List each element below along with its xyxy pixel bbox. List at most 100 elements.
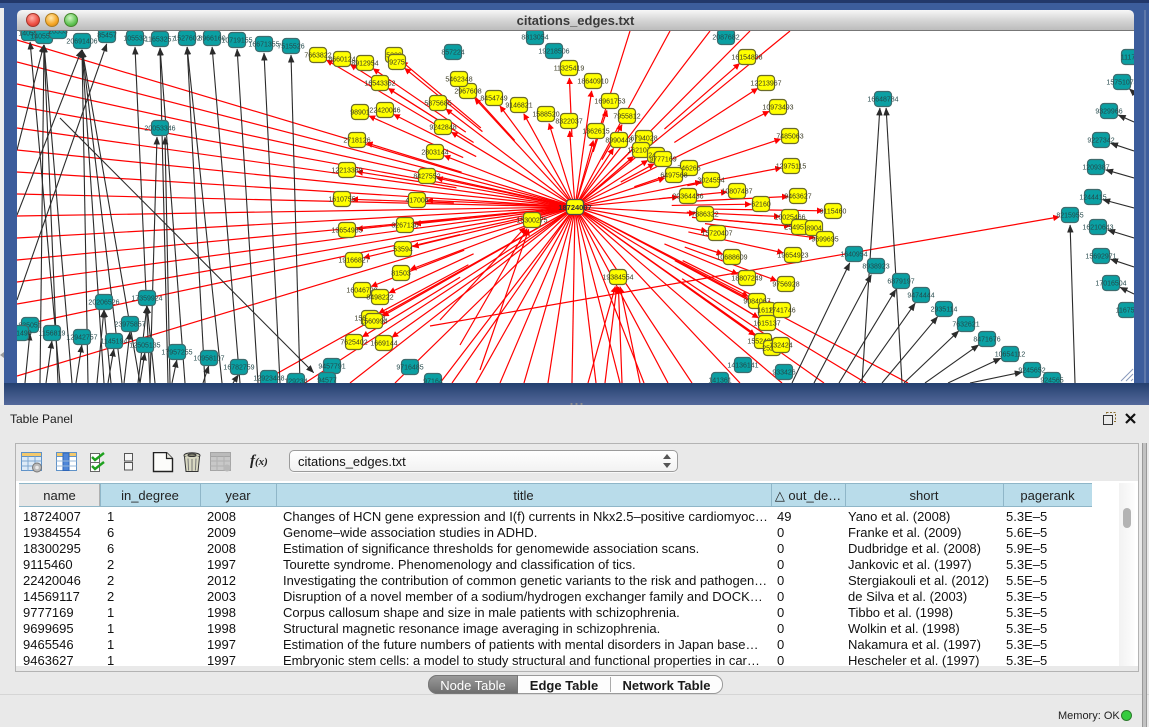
svg-text:1615137: 1615137: [753, 321, 780, 328]
svg-text:98901: 98901: [350, 110, 370, 117]
svg-text:9242848: 9242848: [429, 125, 456, 132]
svg-text:8498222: 8498222: [366, 295, 393, 302]
svg-text:16210643: 16210643: [1082, 225, 1113, 232]
svg-text:8471676: 8471676: [973, 337, 1000, 344]
svg-text:2935114: 2935114: [931, 307, 958, 314]
svg-text:7515526: 7515526: [277, 44, 304, 51]
svg-text:7485063: 7485063: [776, 134, 803, 141]
svg-text:16154838: 16154838: [731, 55, 762, 62]
svg-text:141361: 141361: [708, 378, 731, 384]
svg-text:6879197: 6879197: [887, 279, 914, 286]
svg-text:20053346: 20053346: [144, 126, 175, 133]
svg-text:1156819: 1156819: [39, 331, 66, 338]
svg-text:18724007: 18724007: [558, 203, 591, 212]
svg-text:12975115: 12975115: [776, 164, 807, 171]
svg-text:1362615: 1362615: [582, 129, 609, 136]
svg-text:1669144: 1669144: [370, 341, 397, 348]
svg-text:6794028: 6794028: [630, 136, 657, 143]
svg-text:1209387: 1209387: [1082, 165, 1109, 172]
svg-text:12505135: 12505135: [129, 343, 160, 350]
svg-text:8990448: 8990448: [605, 138, 632, 145]
svg-text:933426: 933426: [772, 370, 795, 377]
svg-text:16782759: 16782759: [223, 365, 254, 372]
svg-text:9146821: 9146821: [505, 103, 532, 110]
svg-text:5875685: 5875685: [424, 101, 451, 108]
svg-text:11653257: 11653257: [145, 37, 176, 44]
svg-text:97164: 97164: [423, 379, 443, 384]
svg-text:132424: 132424: [769, 343, 792, 350]
svg-text:10958107: 10958107: [193, 356, 224, 363]
svg-text:15692971: 15692971: [1085, 254, 1116, 261]
svg-text:15751074: 15751074: [1106, 80, 1134, 87]
svg-text:1588520: 1588520: [532, 112, 559, 119]
svg-text:9275: 9275: [389, 60, 405, 67]
svg-text:2967608: 2967608: [454, 89, 481, 96]
svg-text:18807249: 18807249: [731, 276, 762, 283]
svg-text:11172: 11172: [1121, 55, 1134, 62]
svg-text:3024554: 3024554: [697, 178, 724, 185]
svg-text:9716485: 9716485: [396, 365, 423, 372]
svg-text:10654112: 10654112: [995, 352, 1026, 359]
svg-text:1244415: 1244415: [1079, 195, 1106, 202]
svg-text:16961753: 16961753: [594, 99, 625, 106]
svg-text:62160: 62160: [751, 202, 771, 209]
svg-text:116753: 116753: [1116, 308, 1134, 315]
svg-text:19654923: 19654923: [777, 253, 808, 260]
svg-text:7632621: 7632621: [952, 322, 979, 329]
svg-text:1610755: 1610755: [328, 197, 355, 204]
svg-text:8454749: 8454749: [480, 96, 507, 103]
svg-text:391490: 391490: [17, 331, 32, 338]
svg-text:9245652: 9245652: [1018, 368, 1045, 375]
svg-text:8322037: 8322037: [555, 119, 582, 126]
svg-text:9474444: 9474444: [907, 293, 934, 300]
svg-text:12942757: 12942757: [66, 335, 97, 342]
svg-text:17359924: 17359924: [131, 296, 162, 303]
svg-text:8938923: 8938923: [862, 264, 889, 271]
svg-text:1145194: 1145194: [101, 339, 128, 346]
svg-text:19654985: 19654985: [331, 228, 362, 235]
svg-text:18640910: 18640910: [577, 79, 608, 86]
svg-text:17957255: 17957255: [161, 350, 192, 357]
svg-text:20553: 20553: [48, 31, 68, 36]
svg-text:9777169: 9777169: [649, 157, 676, 164]
svg-text:19166827: 19166827: [338, 258, 369, 265]
svg-text:10807487: 10807487: [721, 189, 752, 196]
svg-text:1560994: 1560994: [360, 319, 387, 326]
svg-text:417004: 417004: [405, 198, 428, 205]
svg-text:19218506: 19218506: [538, 49, 569, 56]
svg-text:9756928: 9756928: [772, 282, 799, 289]
svg-text:9463627: 9463627: [784, 194, 811, 201]
svg-text:17016504: 17016504: [1095, 281, 1126, 288]
svg-text:85457: 85457: [97, 33, 117, 40]
svg-text:11325419: 11325419: [554, 66, 585, 73]
svg-text:14136141: 14136141: [727, 363, 758, 370]
svg-text:16648784: 16648784: [867, 97, 898, 104]
svg-text:20206526: 20206526: [88, 300, 119, 307]
svg-text:8813054: 8813054: [521, 35, 548, 42]
svg-text:105532: 105532: [123, 36, 146, 43]
svg-text:7955812: 7955812: [613, 114, 640, 121]
svg-text:94577: 94577: [317, 378, 337, 384]
svg-text:12213389: 12213389: [331, 168, 362, 175]
svg-text:6497568: 6497568: [660, 173, 687, 180]
svg-text:5462348: 5462348: [445, 77, 472, 84]
svg-text:7625402: 7625402: [340, 340, 367, 347]
svg-text:924565: 924565: [1040, 378, 1063, 384]
svg-text:16543362: 16543362: [364, 81, 395, 88]
svg-text:15720407: 15720407: [701, 231, 732, 238]
svg-text:12923448: 12923448: [253, 376, 284, 383]
svg-text:53594: 53594: [393, 247, 413, 254]
svg-text:20364436: 20364436: [672, 194, 703, 201]
svg-text:9329966: 9329966: [1095, 109, 1122, 116]
svg-text:1527602: 1527602: [173, 36, 200, 43]
svg-text:10973493: 10973493: [762, 105, 793, 112]
svg-text:9457791: 9457791: [318, 364, 345, 371]
svg-text:22420046: 22420046: [369, 108, 400, 115]
svg-text:9227342: 9227342: [1087, 138, 1114, 145]
svg-text:16671355: 16671355: [248, 42, 279, 49]
svg-text:1640954: 1640954: [840, 252, 867, 259]
svg-text:7886322: 7886322: [691, 212, 718, 219]
svg-text:8912954: 8912954: [351, 61, 378, 68]
svg-text:857224: 857224: [441, 50, 464, 57]
svg-text:2803144: 2803144: [421, 150, 448, 157]
